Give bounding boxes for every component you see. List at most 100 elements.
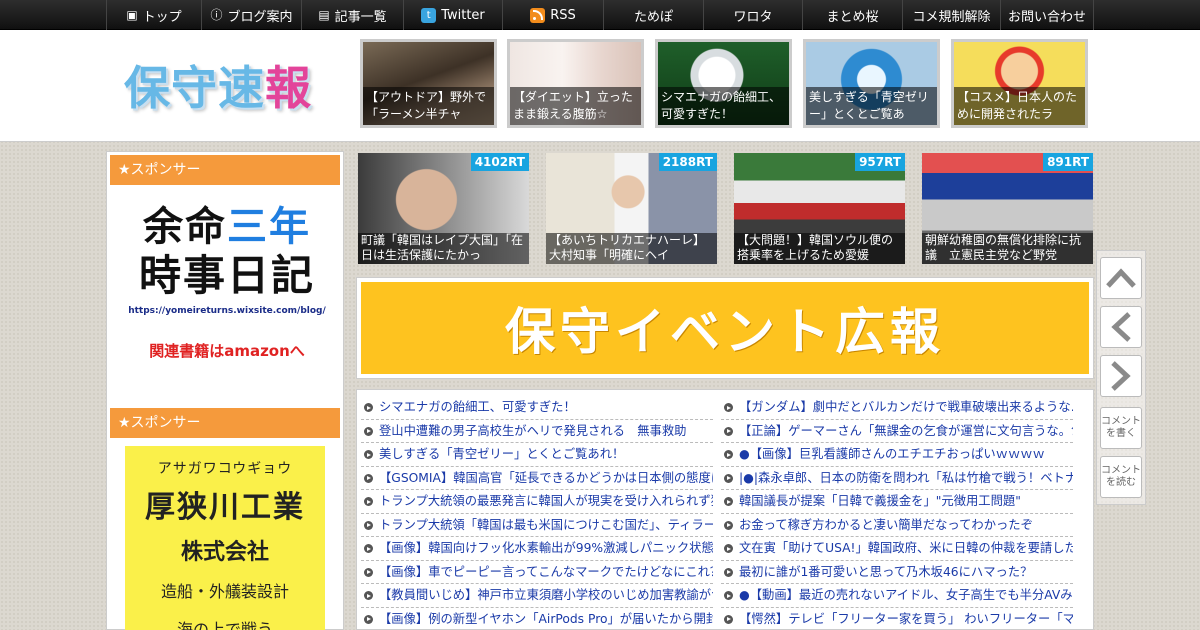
list-item[interactable]: 美しすぎる「青空ゼリー」とくとご覧あれ！ — [361, 443, 713, 467]
sponsor-ad-yomei[interactable]: 余命三年 時事日記 https://yomeireturns.wixsite.c… — [127, 204, 327, 361]
nav-label: ためぽ — [633, 9, 673, 25]
list-item[interactable]: |●|森永卓郎、日本の防衛を問われ「私は竹槍で戦う！ベトナム — [721, 467, 1073, 490]
list-item[interactable]: シマエナガの飴細工、可愛すぎた！ — [361, 396, 713, 420]
logo-text-accent: 報 — [265, 61, 312, 115]
ranking-item[interactable]: 2188RT 【あいちトリカエナハーレ】大村知事「明確にヘイ — [546, 153, 717, 264]
nav-label: コメ規制解除 — [912, 9, 991, 25]
ad-title-line1: 余命三年 — [127, 204, 327, 250]
list-item[interactable]: 最初に誰が1番可愛いと思って乃木坂46にハマった？ — [721, 561, 1073, 584]
scroll-top-button[interactable] — [1100, 257, 1142, 299]
nav-item-contact[interactable]: お問い合わせ — [1000, 0, 1094, 30]
nav-item-article-list[interactable]: ▤ 記事一覧 — [301, 0, 403, 30]
list-item[interactable]: 文在寅「助けてUSA!」韓国政府、米に日韓の仲裁を要請したと — [721, 537, 1073, 561]
retweet-count: 957RT — [855, 153, 905, 171]
nav-item-warota[interactable]: ワロタ — [703, 0, 802, 30]
retweet-count: 4102RT — [470, 153, 529, 171]
list-item[interactable]: 【画像】車でピーピー言ってこんなマークでたけどなにこれ？ — [361, 561, 713, 584]
thumb-caption: シマエナガの飴細工、可愛すぎた！ — [658, 87, 789, 125]
ad-company-type: 株式会社 — [180, 540, 269, 565]
home-icon: ▣ — [126, 8, 138, 22]
header-thumb-jelly[interactable]: 美しすぎる「青空ゼリー」とくとご覧あ — [803, 39, 940, 128]
chevron-right-icon — [1111, 361, 1131, 391]
thumb-caption: 【ダイエット】立ったまま鍛える腹筋☆ — [510, 87, 641, 125]
list-icon: ▤ — [318, 8, 330, 22]
ranking-item[interactable]: 891RT 朝鮮幼稚園の無償化排除に抗議 立憲民主党など野党 — [922, 153, 1093, 264]
ad-amazon-link[interactable]: 関連書籍はamazonへ — [127, 340, 327, 361]
ranking-caption: 町議「韓国はレイプ大国」「在日は生活保護にたかっ — [358, 233, 529, 264]
nav-item-matome-sakura[interactable]: まとめ桜 — [802, 0, 902, 30]
ranking-caption: 朝鮮幼稚園の無償化排除に抗議 立憲民主党など野党 — [922, 233, 1093, 264]
article-links-box: シマエナガの飴細工、可愛すぎた！ 登山中遭難の男子高校生がヘリで発見される 無事… — [356, 389, 1094, 630]
logo-text: 保守速 — [124, 61, 265, 115]
list-item[interactable]: 【GSOMIA】韓国高官「延長できるかどうかは日本側の態度に — [361, 467, 713, 490]
thumb-caption: 【アウトドア】野外で「ラーメン半チャ — [363, 87, 494, 125]
floating-side-nav: コメントを書く コメントを読む — [1096, 250, 1146, 505]
ranking-item[interactable]: 4102RT 町議「韓国はレイプ大国」「在日は生活保護にたかっ — [358, 153, 529, 264]
nav-item-rss[interactable]: RSS — [502, 0, 603, 30]
header-thumb-cosmetics[interactable]: 【コスメ】日本人のために開発されたラ — [951, 39, 1088, 128]
sidebar: ★スポンサー 余命三年 時事日記 https://yomeireturns.wi… — [106, 151, 344, 630]
list-item[interactable]: 登山中遭難の男子高校生がヘリで発見される 無事救助 — [361, 420, 713, 443]
retweet-count: 891RT — [1043, 153, 1093, 171]
list-item[interactable]: ●【画像】巨乳看護師さんのエチエチおっぱいｗｗｗｗ — [721, 443, 1073, 467]
nav-menu: ▣ トップ ⓘ ブログ案内 ▤ 記事一覧 t Twitter RSS ためぽ ワロタ ま… — [106, 0, 1094, 30]
site-logo[interactable]: 保守速報 — [124, 52, 312, 118]
list-item[interactable]: ●【動画】最近の売れないアイドル、女子高生でも半分AVみた — [721, 584, 1073, 608]
nav-item-comment-unblock[interactable]: コメ規制解除 — [902, 0, 1000, 30]
list-item[interactable]: 【画像】韓国向けフッ化水素輸出が99%激減しパニック状態！ — [361, 537, 713, 561]
thumb-caption: 【コスメ】日本人のために開発されたラ — [954, 87, 1085, 125]
ad-url: https://yomeireturns.wixsite.com/blog/ — [128, 306, 326, 316]
top-navigation-bar: ▣ トップ ⓘ ブログ案内 ▤ 記事一覧 t Twitter RSS ためぽ ワロタ ま… — [0, 0, 1200, 30]
ad-slogan: 海の上で戦う — [176, 620, 273, 630]
chevron-left-icon — [1111, 312, 1131, 342]
read-comment-button[interactable]: コメントを読む — [1100, 456, 1142, 498]
ad-company-kana: アサガワコウギョウ — [157, 461, 293, 477]
list-item[interactable]: 【画像】例の新型イヤホン「AirPods Pro」が届いたから開封し — [361, 608, 713, 630]
next-article-button[interactable] — [1100, 355, 1142, 397]
nav-item-top[interactable]: ▣ トップ — [106, 0, 201, 30]
chevron-up-icon — [1106, 268, 1136, 288]
sponsor-heading: ★スポンサー — [110, 155, 340, 185]
article-list-right: 【ガンダム】劇中だとバルカンだけで戦車破壊出来るような… 【正論】ゲーマーさん「… — [721, 396, 1073, 630]
list-item[interactable]: 【正論】ゲーマーさん「無課金の乞食が運営に文句言うな。乞 — [721, 420, 1073, 443]
ranking-item[interactable]: 957RT 【大問題！】韓国ソウル便の搭乗率を上げるため愛媛 — [734, 153, 905, 264]
article-list-left: シマエナガの飴細工、可愛すぎた！ 登山中遭難の男子高校生がヘリで発見される 無事… — [361, 396, 713, 630]
nav-label: ワロタ — [733, 9, 773, 25]
ad-title-line2: 時事日記 — [138, 251, 315, 300]
header-thumb-outdoor[interactable]: 【アウトドア】野外で「ラーメン半チャ — [360, 39, 497, 128]
nav-label: まとめ桜 — [826, 9, 879, 25]
ranking-caption: 【あいちトリカエナハーレ】大村知事「明確にヘイ — [546, 233, 717, 264]
nav-label: ブログ案内 — [227, 9, 293, 25]
info-icon: ⓘ — [210, 8, 223, 22]
list-item[interactable]: トランプ大統領の最悪発言に韓国人が現実を受け入れられず狼 — [361, 490, 713, 514]
event-banner-text: 保守イベント広報 — [361, 282, 1089, 374]
nav-label: Twitter — [441, 7, 485, 23]
list-item[interactable]: 【愕然】テレビ「フリーター家を買う」 わいフリーター「マシ — [721, 608, 1073, 630]
sponsor-ad-asagawa[interactable]: アサガワコウギョウ 厚狭川工業 株式会社 造船・外艤装設計 海の上で戦う — [125, 446, 325, 630]
retweet-count: 2188RT — [658, 153, 717, 171]
previous-article-button[interactable] — [1100, 306, 1142, 348]
list-item[interactable]: お金って稼ぎ方わかると凄い簡単だなってわかったぞ — [721, 514, 1073, 537]
list-item[interactable]: トランプ大統領「韓国は最も米国につけこむ国だ」、ティラー — [361, 514, 713, 537]
thumb-caption: 美しすぎる「青空ゼリー」とくとご覧あ — [806, 87, 937, 125]
ad-company-name: 厚狭川工業 — [145, 490, 305, 525]
header-thumb-bird[interactable]: シマエナガの飴細工、可愛すぎた！ — [655, 39, 792, 128]
nav-label: RSS — [550, 7, 576, 23]
list-item[interactable]: 【ガンダム】劇中だとバルカンだけで戦車破壊出来るような… — [721, 396, 1073, 420]
twitter-icon: t — [421, 7, 437, 23]
nav-label: トップ — [142, 9, 182, 25]
write-comment-button[interactable]: コメントを書く — [1100, 407, 1142, 449]
sponsor-heading: ★スポンサー — [110, 408, 340, 438]
ad-title-part: 余命 — [143, 204, 227, 250]
header-thumb-diet[interactable]: 【ダイエット】立ったまま鍛える腹筋☆ — [507, 39, 644, 128]
list-item[interactable]: 韓国議長が提案「日韓で義援金を」"元徴用工問題" — [721, 490, 1073, 514]
ad-title-accent: 三年 — [227, 204, 311, 250]
event-banner[interactable]: 保守イベント広報 — [356, 277, 1094, 379]
nav-item-blog-guide[interactable]: ⓘ ブログ案内 — [201, 0, 301, 30]
nav-label: お問い合わせ — [1007, 9, 1086, 25]
nav-item-tamepo[interactable]: ためぽ — [603, 0, 703, 30]
list-item[interactable]: 【教員間いじめ】神戸市立東須磨小学校のいじめ加害教諭がつ — [361, 584, 713, 608]
rss-icon — [530, 7, 546, 23]
nav-item-twitter[interactable]: t Twitter — [403, 0, 502, 30]
nav-label: 記事一覧 — [334, 9, 387, 25]
